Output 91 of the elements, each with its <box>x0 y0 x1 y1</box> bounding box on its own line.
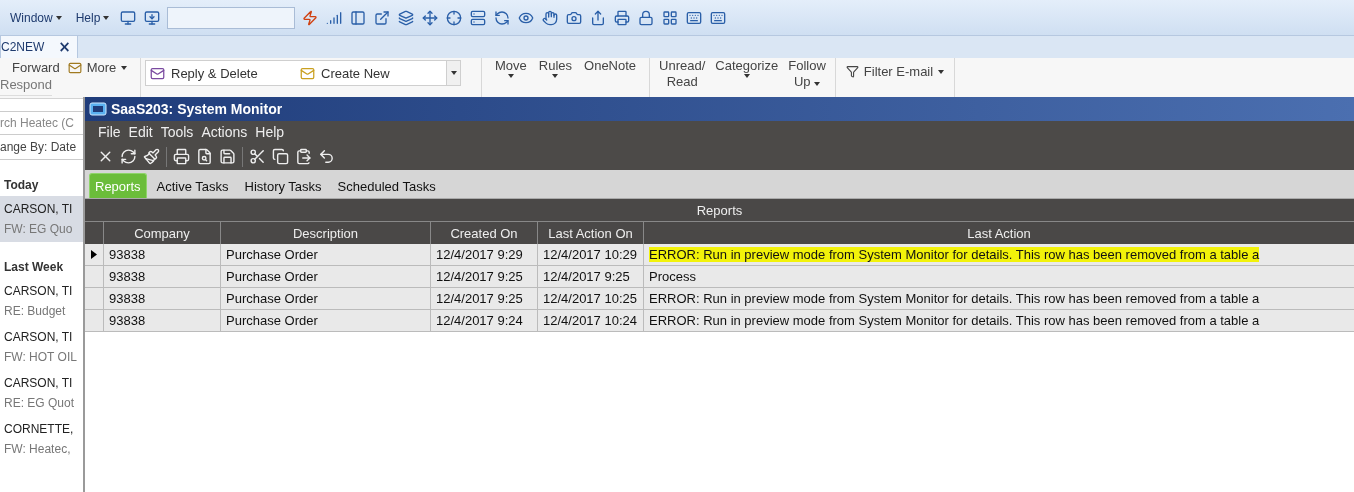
close-button[interactable]: × <box>58 38 71 56</box>
more-button[interactable]: More <box>67 58 128 77</box>
table-cell: 12/4/2017 10:29 <box>537 244 643 266</box>
table-cell: Purchase Order <box>220 244 430 266</box>
table-cell: Purchase Order <box>220 310 430 332</box>
window-title: SaaS203: System Monitor <box>111 101 283 117</box>
table-cell: 12/4/2017 10:25 <box>537 288 643 310</box>
group-label: Respond <box>0 77 53 96</box>
lightning-icon[interactable] <box>301 8 320 27</box>
table-cell: 93838 <box>103 288 220 310</box>
grid-title: Reports <box>85 198 1354 221</box>
table-cell: 12/4/2017 9:29 <box>430 244 537 266</box>
quick-step-button[interactable]: Reply & Delete <box>146 61 296 85</box>
table-cell: 12/4/2017 9:24 <box>430 310 537 332</box>
monitor-icon[interactable] <box>119 8 138 27</box>
quick-step-button[interactable]: Create New <box>296 61 446 85</box>
forward-button[interactable]: Forward <box>0 58 60 77</box>
table-cell: ERROR: Run in preview mode from System Monitor for details. This row has been removed from a table a <box>643 244 1354 266</box>
table-cell: Purchase Order <box>220 266 430 288</box>
ribbon-button[interactable]: OneNote <box>581 58 640 74</box>
table-cell: 93838 <box>103 310 220 332</box>
tab[interactable]: Active Tasks <box>150 173 235 198</box>
column-header[interactable]: Company <box>103 221 220 244</box>
table-cell: 12/4/2017 9:25 <box>430 288 537 310</box>
table-cell: Purchase Order <box>220 288 430 310</box>
menu-item[interactable]: Actions <box>198 124 251 140</box>
brush-icon[interactable] <box>143 148 160 165</box>
tab[interactable]: History Tasks <box>238 173 328 198</box>
grid-icon[interactable] <box>661 8 680 27</box>
column-header[interactable]: Created On <box>430 221 537 244</box>
external-link-icon[interactable] <box>373 8 392 27</box>
filter-icon <box>845 65 859 78</box>
table-cell: 93838 <box>103 244 220 266</box>
column-header[interactable]: Last Action <box>643 221 1354 244</box>
mail-item[interactable]: CARSON, TI FW: HOT OIL <box>0 324 83 370</box>
scissors-icon[interactable] <box>249 148 266 165</box>
table-cell: 12/4/2017 10:24 <box>537 310 643 332</box>
hand-icon[interactable] <box>541 8 560 27</box>
printer-icon[interactable] <box>613 8 632 27</box>
refresh-icon[interactable] <box>120 148 137 165</box>
server-icon[interactable] <box>469 8 488 27</box>
mail-item[interactable]: CARSON, TI RE: EG Quot <box>0 370 83 416</box>
input-field[interactable] <box>167 6 296 29</box>
table-cell: Process <box>643 266 1354 288</box>
header-corner <box>85 221 103 244</box>
ribbon-button[interactable]: Rules <box>535 58 576 78</box>
row-pointer-icon <box>91 250 97 259</box>
undo-icon[interactable] <box>318 148 335 165</box>
envelope-icon <box>67 60 82 75</box>
menu-item[interactable]: Help <box>252 124 288 140</box>
menu-item[interactable]: Tools <box>157 124 197 140</box>
preview-icon[interactable] <box>196 148 213 165</box>
printer-icon[interactable] <box>173 148 190 165</box>
tab[interactable]: Scheduled Tasks <box>331 173 442 198</box>
envelope-icon <box>300 65 315 81</box>
paste-icon[interactable] <box>295 148 312 165</box>
column-header[interactable]: Description <box>220 221 430 244</box>
move-icon[interactable] <box>421 8 440 27</box>
refresh-icon[interactable] <box>493 8 512 27</box>
table-cell: ERROR: Run in preview mode from System Monitor for details. This row has been removed from a table a <box>643 310 1354 332</box>
save-icon[interactable] <box>219 148 236 165</box>
table-cell: 93838 <box>103 266 220 288</box>
mail-item[interactable]: CORNETTE, FW: Heatec, <box>0 416 83 462</box>
app-icon <box>89 102 107 116</box>
filter-button[interactable]: Filter E-mail <box>845 58 945 81</box>
group-heading: Last Week <box>3 259 65 276</box>
monitor-icon[interactable] <box>143 8 162 27</box>
table-cell: 12/4/2017 9:25 <box>430 266 537 288</box>
table-cell: 12/4/2017 9:25 <box>537 266 643 288</box>
menu-item[interactable]: Edit <box>125 124 156 140</box>
ribbon-button[interactable]: Move <box>492 58 530 78</box>
mail-item[interactable]: CARSON, TI RE: Budget <box>0 278 83 324</box>
column-header[interactable]: Last Action On <box>537 221 643 244</box>
envelope-icon <box>150 65 165 81</box>
menu-button[interactable]: Help <box>71 8 114 27</box>
lock-icon[interactable] <box>637 8 656 27</box>
ribbon-button[interactable]: Categorize <box>712 58 782 78</box>
mail-item[interactable]: CARSON, TI FW: EG Quo <box>0 196 83 242</box>
menu-item[interactable]: File <box>95 124 124 140</box>
table-cell: ERROR: Run in preview mode from System Monitor for details. This row has been removed from a table a <box>643 288 1354 310</box>
panel-icon[interactable] <box>349 8 368 27</box>
document-tab[interactable]: C2NEW × <box>0 35 78 58</box>
scroll-button[interactable] <box>446 61 460 85</box>
ribbon-button[interactable]: Unread/ Read <box>656 58 709 90</box>
row-header[interactable] <box>85 244 103 266</box>
group-heading: Today <box>3 177 40 194</box>
copy-icon[interactable] <box>272 148 289 165</box>
menu-button[interactable]: Window <box>6 8 66 27</box>
crosshair-icon[interactable] <box>445 8 464 27</box>
ribbon-button[interactable]: Follow Up <box>785 58 829 90</box>
layers-icon[interactable] <box>397 8 416 27</box>
